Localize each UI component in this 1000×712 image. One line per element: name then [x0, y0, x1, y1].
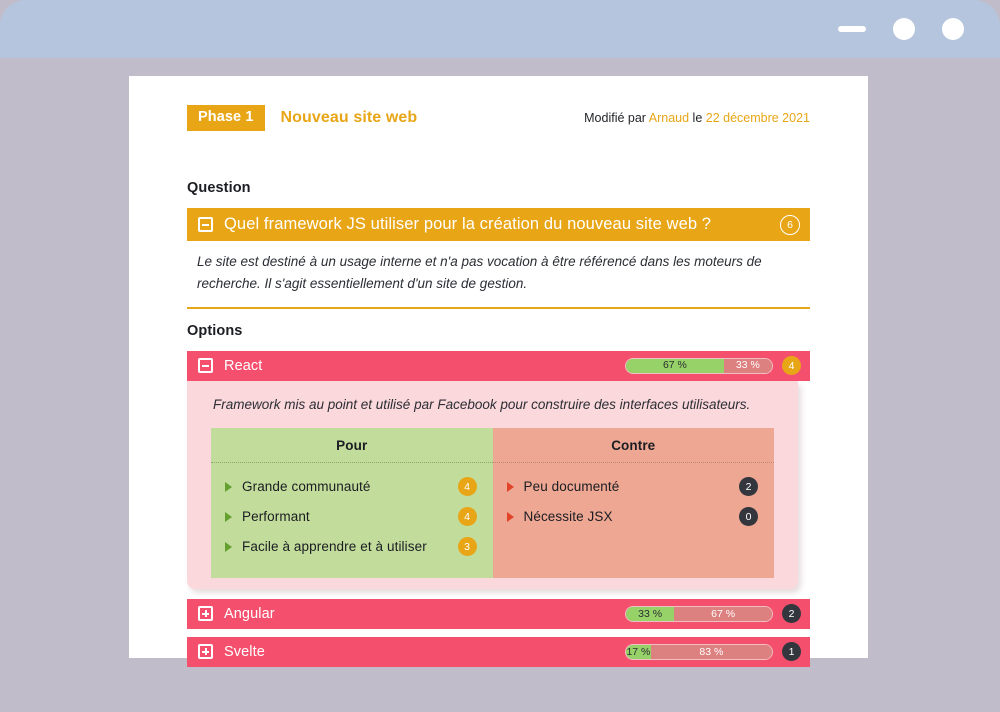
window-titlebar — [0, 0, 1000, 58]
modified-middle: le — [689, 111, 706, 125]
con-percent: 83 % — [650, 644, 772, 659]
cons-header: Contre — [492, 428, 774, 463]
pros-header: Pour — [211, 428, 493, 463]
list-item-count-badge: 4 — [457, 477, 477, 497]
option-row-svelte[interactable]: Svelte 17 % 83 % 1 — [187, 636, 810, 667]
options-list: React 67 % 33 % 4 Framework mis au point et … — [187, 350, 810, 667]
cons-column: Contre Peu documenté 2 Nécessite JSX 0 — [492, 427, 775, 578]
expand-plus-icon[interactable] — [198, 606, 213, 622]
option-count-badge: 4 — [782, 356, 801, 376]
modified-by-line: Modifié par Arnaud le 22 décembre 2021 — [584, 111, 810, 125]
list-item[interactable]: Peu documenté 2 — [493, 472, 775, 502]
question-bar[interactable]: Quel framework JS utiliser pour la créat… — [187, 208, 810, 241]
option-row-react[interactable]: React 67 % 33 % 4 — [187, 350, 810, 381]
con-percent: 67 % — [674, 606, 772, 621]
section-divider — [187, 306, 810, 309]
document-card: Phase 1 Nouveau site web Modifié par Arn… — [129, 76, 868, 667]
option-detail-panel: Framework mis au point et utilisé par Fa… — [187, 380, 798, 589]
modified-author[interactable]: Arnaud — [649, 111, 689, 125]
list-item[interactable]: Performant 4 — [211, 502, 493, 532]
option-description: Framework mis au point et utilisé par Fa… — [213, 396, 751, 412]
list-item-count-badge: 2 — [739, 477, 758, 497]
list-item[interactable]: Grande communauté 4 — [211, 472, 493, 502]
list-body: Grande communauté 4 Performant 4 Facile à ap… — [211, 463, 493, 578]
list-item-label: Facile à apprendre et à utiliser — [242, 539, 427, 555]
question-text: Quel framework JS utiliser pour la créat… — [224, 215, 712, 233]
document-header: Phase 1 Nouveau site web Modifié par Arn… — [187, 104, 810, 132]
modified-prefix: Modifié par — [584, 111, 649, 125]
list-item-label: Grande communauté — [242, 479, 371, 495]
list-item-label: Performant — [242, 509, 310, 525]
list-item[interactable]: Facile à apprendre et à utiliser 3 — [211, 532, 493, 562]
option-count-badge: 2 — [782, 604, 801, 624]
list-item-count-badge: 4 — [457, 507, 477, 527]
pro-percent: 33 % — [626, 606, 675, 621]
modified-date: 22 décembre 2021 — [705, 111, 810, 125]
minimize-icon[interactable] — [838, 26, 866, 32]
pro-percent: 67 % — [626, 358, 724, 373]
vote-progress-bar: 33 % 67 % — [625, 605, 773, 622]
list-item-label: Peu documenté — [523, 479, 620, 495]
arrow-right-icon — [506, 511, 514, 522]
list-item-label: Nécessite JSX — [523, 509, 613, 525]
phase-badge: Phase 1 — [187, 105, 265, 131]
arrow-right-icon — [225, 481, 232, 492]
collapse-minus-icon[interactable] — [198, 217, 213, 232]
con-percent: 33 % — [723, 358, 772, 373]
app-window: Phase 1 Nouveau site web Modifié par Arn… — [0, 0, 1000, 712]
vote-progress-bar: 67 % 33 % — [625, 357, 773, 374]
list-body: Peu documenté 2 Nécessite JSX 0 — [493, 463, 775, 559]
arrow-right-icon — [506, 481, 514, 492]
vote-progress-bar: 17 % 83 % — [625, 643, 773, 660]
option-metrics: 17 % 83 % 1 — [625, 642, 801, 662]
option-row-angular[interactable]: Angular 33 % 67 % 2 — [187, 598, 810, 629]
arrow-right-icon — [225, 541, 232, 552]
pro-percent: 17 % — [626, 644, 651, 659]
option-name: Angular — [224, 605, 275, 622]
page-title: Nouveau site web — [280, 109, 418, 126]
options-section-label: Options — [187, 322, 243, 339]
question-section-label: Question — [187, 180, 251, 196]
option-name: React — [224, 357, 263, 374]
arrow-right-icon — [225, 511, 232, 522]
list-item-count-badge: 0 — [739, 507, 758, 527]
option-metrics: 33 % 67 % 2 — [625, 604, 801, 624]
expand-plus-icon[interactable] — [198, 644, 213, 660]
option-metrics: 67 % 33 % 4 — [625, 356, 801, 376]
option-count-badge: 1 — [782, 642, 801, 662]
pros-column: Pour Grande communauté 4 Performant 4 Facile … — [211, 427, 493, 578]
question-description: Le site est destiné à un usage interne e… — [197, 254, 762, 291]
question-count-badge: 6 — [780, 214, 800, 235]
list-item-count-badge: 3 — [457, 537, 477, 557]
list-item[interactable]: Nécessite JSX 0 — [493, 502, 775, 532]
option-name: Svelte — [224, 643, 265, 660]
close-icon[interactable] — [942, 18, 964, 40]
pros-cons-table: Pour Grande communauté 4 Performant 4 Facile … — [211, 427, 775, 578]
collapse-minus-icon[interactable] — [198, 358, 213, 374]
maximize-icon[interactable] — [893, 18, 915, 40]
